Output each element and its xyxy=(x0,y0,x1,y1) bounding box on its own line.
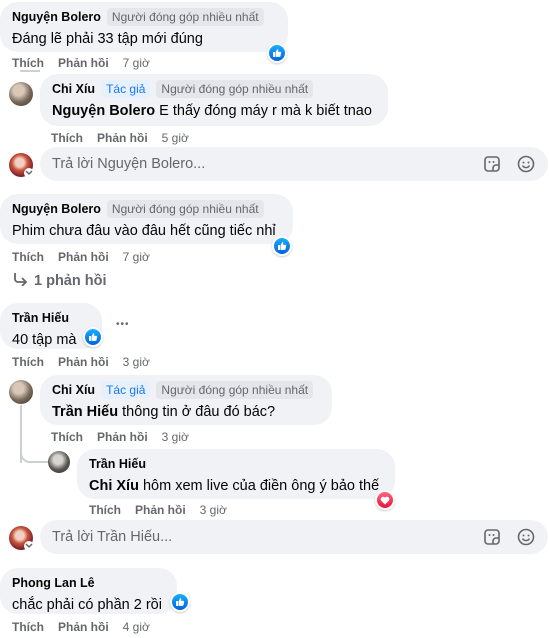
reply-input-placeholder: Trả lời Nguyện Bolero... xyxy=(52,156,206,172)
love-reaction-icon[interactable] xyxy=(375,490,395,510)
comment-text: Nguyện Bolero E thấy đóng máy r mà k biế… xyxy=(52,102,376,121)
comment-actions: Thích Phản hồi 3 giờ xyxy=(12,355,150,369)
like-button[interactable]: Thích xyxy=(12,620,44,634)
comment-actions: Thích Phản hồi 5 giờ xyxy=(51,131,189,145)
comment-author[interactable]: Nguyện Bolero xyxy=(12,202,101,216)
reply-button[interactable]: Phản hồi xyxy=(97,131,148,145)
timestamp[interactable]: 3 giờ xyxy=(200,503,227,517)
more-options-icon[interactable]: ••• xyxy=(116,320,130,330)
like-reaction-icon[interactable] xyxy=(267,43,287,63)
thread-connector xyxy=(20,445,48,463)
emoji-icon[interactable] xyxy=(516,527,536,547)
like-button[interactable]: Thích xyxy=(12,56,44,70)
comment-text: 40 tập mà xyxy=(12,332,77,348)
sticker-icon[interactable] xyxy=(482,154,502,174)
comment-bubble: Nguyện Bolero Người đóng góp nhiều nhất … xyxy=(0,2,288,52)
comment-bubble: Nguyện Bolero Người đóng góp nhiều nhất … xyxy=(0,194,293,244)
thread-connector xyxy=(20,70,40,72)
like-button[interactable]: Thích xyxy=(89,503,121,517)
comment-actions: Thích Phản hồi 3 giờ xyxy=(89,503,227,517)
reply-input-placeholder: Trả lời Trần Hiếu... xyxy=(52,529,173,545)
comment-author[interactable]: Trần Hiếu xyxy=(89,457,146,471)
reply-button[interactable]: Phản hồi xyxy=(58,250,109,264)
reply-button[interactable]: Phản hồi xyxy=(97,430,148,444)
comment-actions: Thích Phản hồi 7 giờ xyxy=(12,56,150,70)
like-button[interactable]: Thích xyxy=(51,131,83,145)
mention-link[interactable]: Nguyện Bolero xyxy=(52,103,155,119)
comment-actions: Thích Phản hồi 3 giờ xyxy=(51,430,189,444)
comment-body: hôm xem live của điền ông ý bảo thế xyxy=(142,478,380,494)
like-reaction-icon[interactable] xyxy=(83,327,103,347)
comment-author[interactable]: Chi Xíu xyxy=(52,383,95,397)
comment-bubble: Trần Hiếu Chi Xíu hôm xem live của điền … xyxy=(77,449,395,499)
comment-bubble: Chi Xíu Tác giả Người đóng góp nhiều nhấ… xyxy=(40,74,388,126)
avatar[interactable] xyxy=(48,451,70,473)
sticker-icon[interactable] xyxy=(482,527,502,547)
timestamp[interactable]: 7 giờ xyxy=(123,250,150,264)
like-button[interactable]: Thích xyxy=(51,430,83,444)
author-badge: Tác giả xyxy=(101,381,151,399)
reply-button[interactable]: Phản hồi xyxy=(58,355,109,369)
comment-bubble: Phong Lan Lê chắc phải có phần 2 rồi xyxy=(0,568,177,614)
like-reaction-icon[interactable] xyxy=(170,592,190,612)
comment-bubble: Chi Xíu Tác giả Người đóng góp nhiều nhấ… xyxy=(40,375,332,425)
reply-button[interactable]: Phản hồi xyxy=(135,503,186,517)
comment-text: Phim chưa đâu vào đâu hết cũng tiếc nhỉ xyxy=(12,223,276,239)
reply-arrow-icon xyxy=(12,272,28,290)
timestamp[interactable]: 7 giờ xyxy=(123,56,150,70)
chevron-down-icon[interactable] xyxy=(24,541,34,551)
timestamp[interactable]: 5 giờ xyxy=(162,131,189,145)
mention-link[interactable]: Chi Xíu xyxy=(89,478,139,494)
avatar[interactable] xyxy=(9,380,33,404)
mention-link[interactable]: Trần Hiếu xyxy=(52,404,118,420)
avatar[interactable] xyxy=(9,82,33,106)
comment-author[interactable]: Nguyện Bolero xyxy=(12,10,101,24)
author-badge: Tác giả xyxy=(101,80,151,98)
comment-text: Đáng lẽ phải 33 tập mới đúng xyxy=(12,31,203,47)
comment-text: Chi Xíu hôm xem live của điền ông ý bảo … xyxy=(89,477,383,496)
comment-body: E thấy đóng máy r mà k biết tnao xyxy=(159,103,372,119)
top-contributor-badge: Người đóng góp nhiều nhất xyxy=(156,381,314,399)
reply-input[interactable]: Trả lời Trần Hiếu... xyxy=(40,520,548,554)
timestamp[interactable]: 3 giờ xyxy=(162,430,189,444)
comment-text: Trần Hiếu thông tin ở đâu đó bác? xyxy=(52,403,320,422)
timestamp[interactable]: 4 giờ xyxy=(123,620,150,634)
view-replies-link[interactable]: 1 phản hồi xyxy=(12,272,107,290)
emoji-icon[interactable] xyxy=(516,154,536,174)
comment-author[interactable]: Trần Hiếu xyxy=(12,311,69,325)
comment-body: thông tin ở đâu đó bác? xyxy=(122,404,276,420)
reply-button[interactable]: Phản hồi xyxy=(58,620,109,634)
comment-author[interactable]: Phong Lan Lê xyxy=(12,576,95,590)
replies-count: 1 phản hồi xyxy=(34,273,107,289)
comment-actions: Thích Phản hồi 7 giờ xyxy=(12,250,150,264)
top-contributor-badge: Người đóng góp nhiều nhất xyxy=(106,200,264,218)
top-contributor-badge: Người đóng góp nhiều nhất xyxy=(156,80,314,98)
reply-input[interactable]: Trả lời Nguyện Bolero... xyxy=(40,147,548,181)
timestamp[interactable]: 3 giờ xyxy=(123,355,150,369)
like-button[interactable]: Thích xyxy=(12,250,44,264)
reply-button[interactable]: Phản hồi xyxy=(58,56,109,70)
comment-actions: Thích Phản hồi 4 giờ xyxy=(12,620,150,634)
comment-author[interactable]: Chi Xíu xyxy=(52,82,95,96)
top-contributor-badge: Người đóng góp nhiều nhất xyxy=(106,8,264,26)
like-button[interactable]: Thích xyxy=(12,355,44,369)
comment-text: chắc phải có phần 2 rồi xyxy=(12,597,162,613)
like-reaction-icon[interactable] xyxy=(272,236,292,256)
chevron-down-icon[interactable] xyxy=(24,168,34,178)
